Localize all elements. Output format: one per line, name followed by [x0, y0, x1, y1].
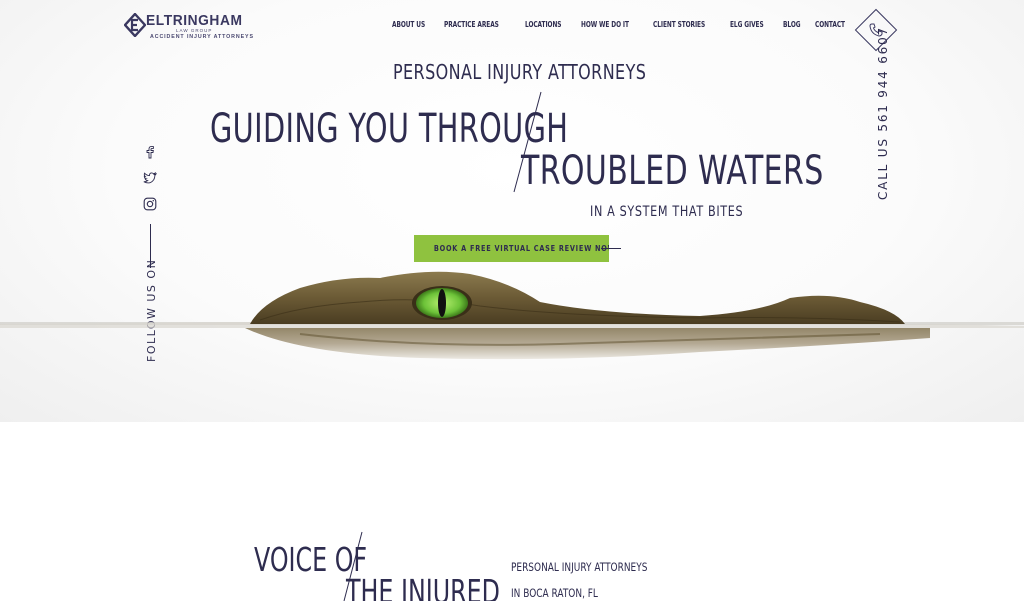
logo-subtitle: LAW GROUP: [176, 28, 213, 33]
hero-headline-line2: TROUBLED WATERS: [521, 148, 824, 194]
book-case-review-button[interactable]: BOOK A FREE VIRTUAL CASE REVIEW NOW: [414, 235, 609, 262]
nav-about-us[interactable]: ABOUT US: [392, 20, 425, 29]
hero-kicker: PERSONAL INJURY ATTORNEYS: [393, 60, 647, 84]
nav-practice-areas[interactable]: PRACTICE AREAS: [444, 20, 499, 29]
hero-headline-line1: GUIDING YOU THROUGH: [210, 106, 569, 152]
cta-line-decoration: [601, 248, 621, 249]
section-slash-decoration: [343, 531, 363, 601]
logo-tagline: ACCIDENT INJURY ATTORNEYS: [150, 34, 254, 40]
nav-elg-gives[interactable]: ELG GIVES: [730, 20, 764, 29]
section-side-text-1: PERSONAL INJURY ATTORNEYS: [511, 560, 648, 574]
twitter-icon[interactable]: [143, 171, 157, 185]
alligator-in-water-image: [0, 271, 1024, 360]
site-logo[interactable]: ELTRINGHAM LAW GROUP ACCIDENT INJURY ATT…: [124, 13, 254, 40]
nav-client-stories[interactable]: CLIENT STORIES: [653, 20, 705, 29]
instagram-icon[interactable]: [143, 197, 157, 211]
nav-locations[interactable]: LOCATIONS: [525, 20, 561, 29]
nav-contact[interactable]: CONTACT: [815, 20, 845, 29]
hero-section: ELTRINGHAM LAW GROUP ACCIDENT INJURY ATT…: [0, 0, 1024, 422]
section-side-text-2: IN BOCA RATON, FL: [511, 586, 598, 600]
logo-name: ELTRINGHAM: [146, 13, 243, 29]
elg-monogram-icon: [124, 13, 146, 37]
facebook-icon[interactable]: [143, 145, 157, 159]
book-case-review-label: BOOK A FREE VIRTUAL CASE REVIEW NOW: [433, 244, 609, 253]
hero-subline: IN A SYSTEM THAT BITES: [590, 204, 744, 220]
nav-how-we-do-it[interactable]: HOW WE DO IT: [581, 20, 629, 29]
social-links: [143, 145, 159, 223]
main-nav: ABOUT US PRACTICE AREAS LOCATIONS HOW WE…: [392, 20, 863, 29]
nav-blog[interactable]: BLOG: [783, 20, 801, 29]
call-us-phone-number[interactable]: CALL US 561 944 6607: [876, 26, 890, 200]
